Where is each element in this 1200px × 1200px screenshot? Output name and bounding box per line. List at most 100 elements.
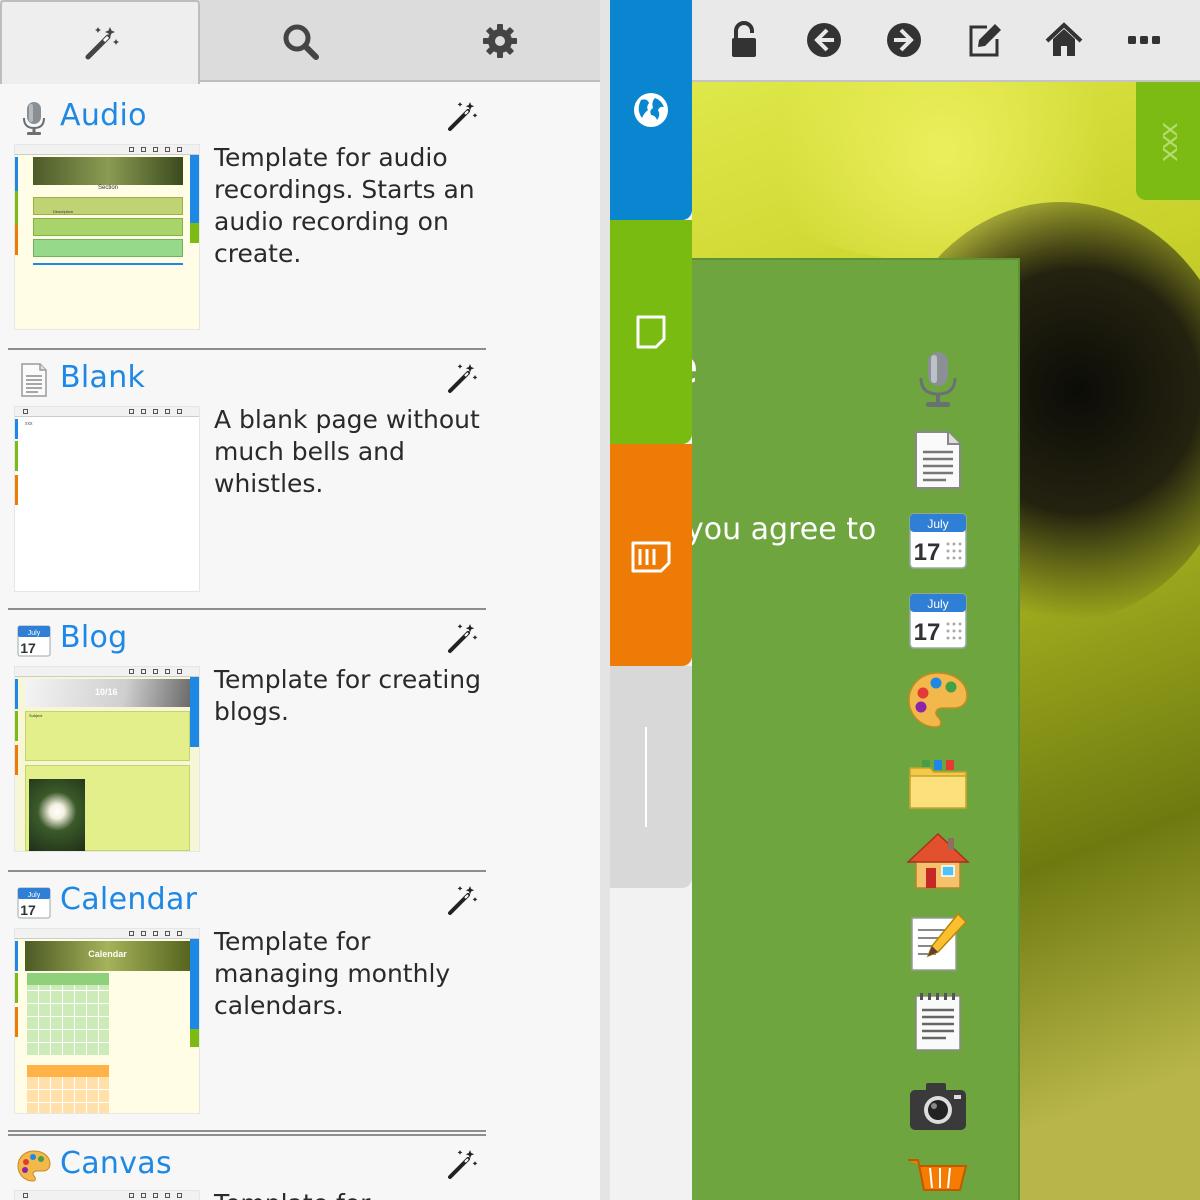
top-toolbar xyxy=(692,0,1200,82)
document-icon xyxy=(915,431,961,489)
more-icon xyxy=(1128,36,1160,44)
template-entry-audio[interactable]: Audio Section Description Template for a… xyxy=(8,88,486,350)
list-icon xyxy=(631,541,671,573)
thumb-blank-text: xxx xyxy=(25,421,33,427)
thumb-calendar-title: Calendar xyxy=(88,949,127,959)
dock-item-shopping[interactable] xyxy=(906,1150,970,1200)
dock-item-notes[interactable] xyxy=(906,910,970,974)
calendar-month: July xyxy=(28,630,41,637)
template-entry-blog[interactable]: July 17 Blog 10/16 Subject Template for … xyxy=(8,610,486,872)
tab-settings[interactable] xyxy=(400,0,600,82)
dock-item-blank[interactable] xyxy=(906,428,970,492)
dock-item-blog[interactable]: July 17 xyxy=(906,508,970,572)
home-icon xyxy=(1045,22,1083,56)
shopping-cart-icon xyxy=(908,1159,968,1191)
template-preview xyxy=(14,1190,200,1200)
calendar-day: 17 xyxy=(914,619,941,646)
template-preview: Calendar xyxy=(14,928,200,1114)
camera-icon xyxy=(910,1083,966,1130)
edit-icon xyxy=(969,24,1001,57)
magic-wand-icon[interactable] xyxy=(446,622,478,654)
thumb-blog-subject: Subject xyxy=(29,713,43,718)
magic-wand-icon[interactable] xyxy=(446,100,478,132)
template-panel: Audio Section Description Template for a… xyxy=(0,0,610,1200)
template-entry-calendar[interactable]: July 17 Calendar Calendar Template for m… xyxy=(8,872,486,1132)
document-icon xyxy=(21,363,47,397)
arrow-left-icon xyxy=(807,23,841,57)
calendar-month: July xyxy=(927,597,948,611)
gear-icon xyxy=(483,24,517,58)
forward-button[interactable] xyxy=(882,18,926,62)
template-title[interactable]: Audio xyxy=(60,98,147,133)
house-icon xyxy=(906,832,970,889)
dock-item-home[interactable] xyxy=(906,830,970,894)
home-button[interactable] xyxy=(1042,18,1086,62)
globe-icon xyxy=(634,93,668,127)
calendar-icon: July 17 xyxy=(909,593,967,649)
dock-item-list[interactable] xyxy=(906,990,970,1054)
vtab-divider[interactable] xyxy=(610,666,692,888)
template-entry-canvas[interactable]: Canvas Template for xyxy=(8,1134,486,1200)
back-button[interactable] xyxy=(802,18,846,62)
thumb-blog-date: 10/16 xyxy=(95,687,118,697)
side-tab-xxx[interactable]: xxx xyxy=(1136,82,1200,200)
card-text: you agree to xyxy=(686,512,877,547)
template-description: Template for audio recordings. Starts an… xyxy=(214,143,475,268)
vtab-notes[interactable] xyxy=(610,220,692,444)
note-card[interactable] xyxy=(692,258,1020,1200)
template-preview: xxx xyxy=(14,406,200,592)
magic-wand-icon[interactable] xyxy=(446,362,478,394)
unlock-icon xyxy=(732,21,756,57)
search-icon xyxy=(283,24,319,60)
template-title[interactable]: Blank xyxy=(60,360,145,395)
lock-button[interactable] xyxy=(722,18,766,62)
calendar-month: July xyxy=(28,892,41,899)
template-title[interactable]: Blog xyxy=(60,620,128,655)
dock-item-audio[interactable] xyxy=(906,348,970,412)
calendar-icon: July 17 xyxy=(17,887,51,919)
thumb-section-label: Section xyxy=(97,185,118,191)
calendar-day: 17 xyxy=(20,640,36,656)
dock-item-folder[interactable] xyxy=(906,752,970,816)
folder-icon xyxy=(909,760,967,809)
calendar-day: 17 xyxy=(20,902,36,918)
notepad-icon xyxy=(915,993,961,1051)
template-description: A blank page without much bells and whis… xyxy=(214,405,480,498)
template-description: Template for managing monthly calendars. xyxy=(214,927,451,1020)
palette-icon xyxy=(908,672,968,728)
template-preview: Section Description xyxy=(14,144,200,330)
magic-wand-icon xyxy=(85,27,119,60)
tab-templates[interactable] xyxy=(0,0,200,84)
calendar-day: 17 xyxy=(914,539,941,566)
dock-item-calendar[interactable]: July 17 xyxy=(906,588,970,652)
calendar-icon: July 17 xyxy=(17,625,51,657)
microphone-icon xyxy=(919,352,957,407)
thumb-row-label: Description xyxy=(53,209,74,214)
side-tab-label: xxx xyxy=(1156,122,1186,160)
magic-wand-icon[interactable] xyxy=(446,1148,478,1180)
magic-wand-icon[interactable] xyxy=(446,884,478,916)
palette-icon xyxy=(17,1150,51,1182)
microphone-icon xyxy=(23,102,45,135)
card-partial-text: e xyxy=(692,340,712,400)
template-title[interactable]: Calendar xyxy=(60,882,197,917)
template-description: Template for xyxy=(214,1188,484,1200)
vtab-web[interactable] xyxy=(610,0,692,220)
edit-button[interactable] xyxy=(962,18,1006,62)
calendar-icon: July 17 xyxy=(909,513,967,569)
dock-item-canvas[interactable] xyxy=(906,668,970,732)
notepad-pencil-icon xyxy=(911,912,968,971)
tab-search[interactable] xyxy=(200,0,400,82)
vtab-lists[interactable] xyxy=(610,444,692,666)
panel-scrollbar[interactable] xyxy=(600,0,610,1200)
note-icon xyxy=(636,315,666,349)
template-description: Template for creating blogs. xyxy=(214,665,481,726)
panel-tab-bar xyxy=(0,0,600,84)
template-title[interactable]: Canvas xyxy=(60,1146,172,1181)
divider-line xyxy=(645,727,647,827)
dock-item-camera[interactable] xyxy=(906,1074,970,1138)
calendar-month: July xyxy=(927,517,948,531)
arrow-right-icon xyxy=(887,23,921,57)
more-button[interactable] xyxy=(1122,18,1166,62)
template-entry-blank[interactable]: Blank xxx A blank page without much bell… xyxy=(8,350,486,610)
